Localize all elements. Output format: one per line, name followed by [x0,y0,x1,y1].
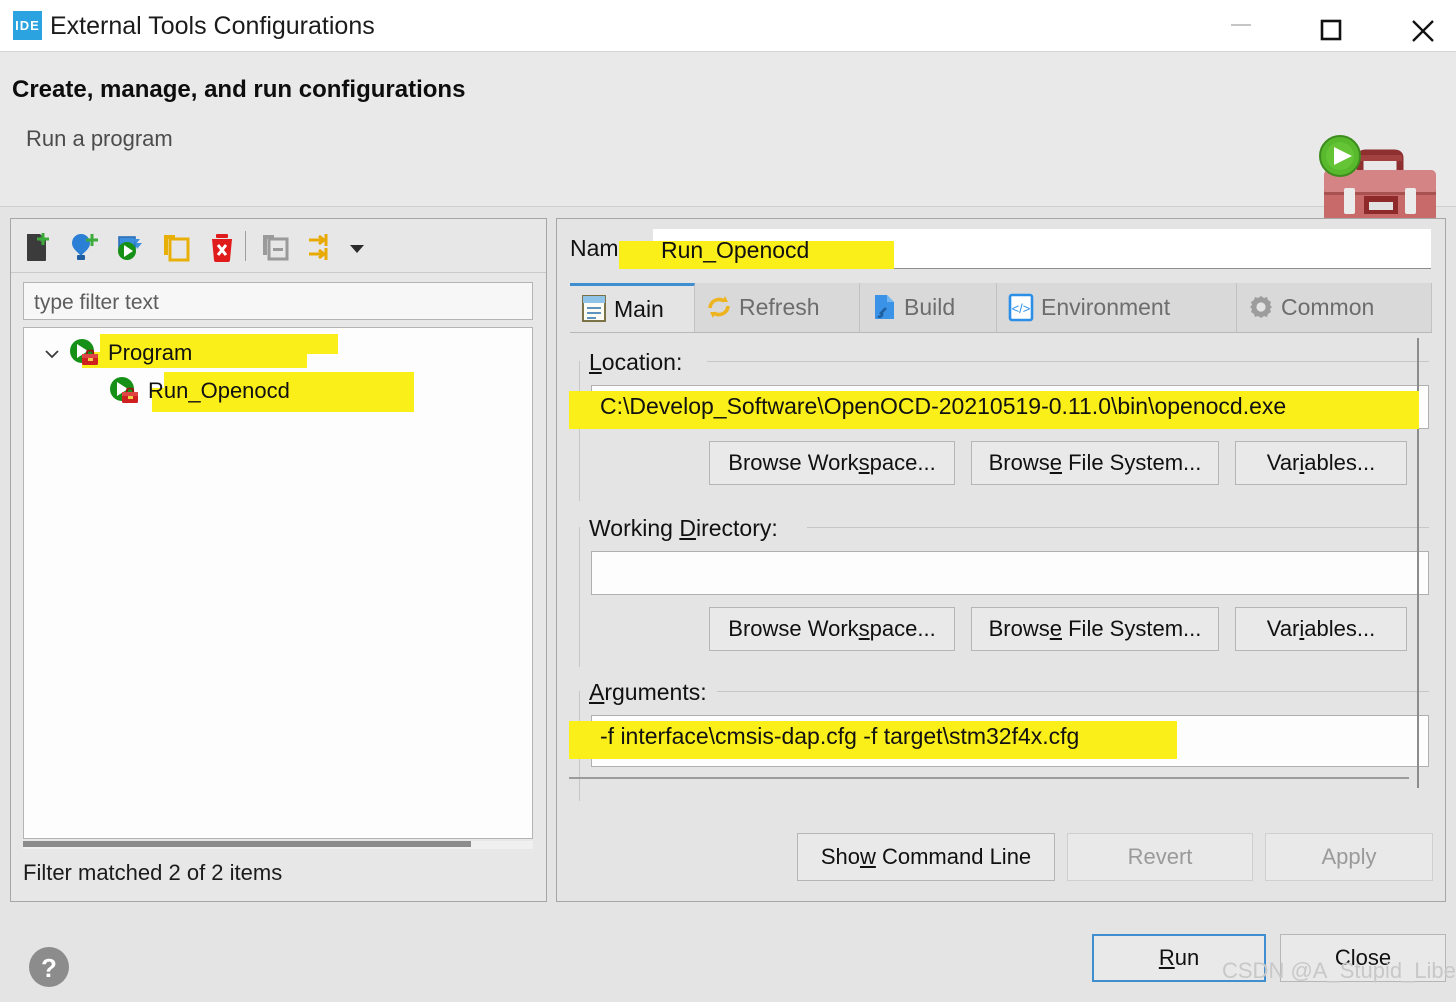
location-browse-workspace-button[interactable]: Browse Workspace... [709,441,955,485]
common-gear-icon [1246,292,1276,322]
editor-tabs: Main Refresh Build </> Environment Commo… [570,283,1432,333]
tab-environment[interactable]: </> Environment [997,283,1237,332]
working-directory-label-prefix: Working [589,515,680,541]
workdir-browse-workspace-button[interactable]: Browse Workspace... [709,607,955,651]
dialog-banner: Create, manage, and run configurations R… [0,52,1456,228]
location-mnemonic: L [589,349,602,375]
main-document-icon [579,293,609,323]
location-browse-filesystem-button[interactable]: Browse File System... [971,441,1219,485]
working-directory-mnemonic: D [679,515,696,541]
view-menu-chevron-icon[interactable] [344,227,370,265]
scrollbar-thumb[interactable] [23,841,471,847]
configurations-tree[interactable]: Program Run_Openocd [23,327,533,839]
working-directory-label-rest: irectory: [695,515,778,541]
toolbar-separator [245,231,246,261]
apply-button[interactable]: Apply [1265,833,1433,881]
svg-text:?: ? [41,953,57,983]
tab-label: Environment [1041,294,1171,320]
program-run-icon [108,376,142,406]
svg-text:</>: </> [1012,301,1031,316]
show-command-line-button[interactable]: Show Command Line [797,833,1055,881]
configuration-editor-panel: Name: Run_Openocd Main Refresh Build </>… [556,218,1446,902]
ide-icon: IDE [13,11,42,40]
tree-horizontal-scrollbar[interactable] [23,841,533,849]
location-label: Location: [589,349,682,376]
group-divider [707,361,1429,362]
delete-icon[interactable] [203,227,241,265]
new-configuration-icon[interactable] [19,227,57,265]
workdir-variables-button[interactable]: Variables... [1235,607,1407,651]
configurations-toolbar [11,219,546,273]
tab-refresh[interactable]: Refresh [695,283,860,332]
workdir-browse-filesystem-button[interactable]: Browse File System... [971,607,1219,651]
maximize-icon [1320,19,1342,41]
search-input[interactable] [32,290,530,316]
tree-item-label: Program [108,340,193,365]
filter-status-text: Filter matched 2 of 2 items [23,860,283,885]
close-icon [1412,20,1434,42]
collapse-all-icon[interactable] [256,227,294,265]
duplicate-icon[interactable] [157,227,195,265]
new-prototype-icon[interactable] [65,227,103,265]
group-divider [717,691,1429,692]
window-titlebar: IDE External Tools Configurations [0,0,1456,52]
group-divider [807,527,1429,528]
minimize-button[interactable] [1218,0,1264,52]
link-prototype-icon[interactable] [302,227,340,265]
tab-label: Build [904,294,956,320]
minimize-icon [1231,24,1251,26]
page-title: Create, manage, and run configurations [12,76,466,103]
refresh-arrows-icon [704,292,734,322]
location-variables-button[interactable]: Variables... [1235,441,1407,485]
tab-label: Main [614,296,664,322]
export-configuration-icon[interactable] [111,227,149,265]
arguments-input[interactable]: -f interface\cmsis-dap.cfg -f target\stm… [591,715,1429,767]
name-field[interactable]: Run_Openocd [653,229,1431,269]
location-label-rest: ocation: [601,349,683,375]
name-value: Run_Openocd [661,237,810,263]
tree-item-label: Run_Openocd [148,378,290,403]
working-directory-input[interactable] [591,551,1429,595]
name-row: Name: Run_Openocd [557,219,1445,277]
group-divider [579,527,580,667]
revert-button[interactable]: Revert [1067,833,1253,881]
tab-build[interactable]: Build [860,283,997,332]
tab-label: Common [1281,294,1375,320]
tab-main[interactable]: Main [570,283,695,332]
help-question-icon[interactable]: ? [28,946,70,988]
tab-common[interactable]: Common [1237,283,1432,332]
watermark: CSDN @A_Stupid_Liberal [1222,958,1456,983]
window-title: External Tools Configurations [50,12,375,40]
maximize-button[interactable] [1308,0,1354,52]
arguments-mnemonic: A [589,679,605,705]
build-wrench-page-icon [869,292,899,322]
environment-code-icon: </> [1006,292,1036,322]
close-button[interactable] [1400,0,1446,52]
working-directory-label: Working Directory: [589,515,778,542]
filter-input-wrapper[interactable] [23,282,533,320]
arguments-group-bottom-divider [569,777,1409,779]
chevron-down-icon[interactable] [44,346,60,362]
configurations-panel: Program Run_Openocd Filter matched 2 [10,218,547,902]
page-subtitle: Run a program [26,126,173,151]
arguments-label: Arguments: [589,679,707,706]
tab-label: Refresh [739,294,820,320]
arguments-value: -f interface\cmsis-dap.cfg -f target\stm… [600,723,1080,749]
arguments-label-rest: rguments: [604,679,707,705]
location-value: C:\Develop_Software\OpenOCD-20210519-0.1… [600,393,1287,419]
program-run-icon [68,338,102,368]
group-divider [579,361,580,501]
